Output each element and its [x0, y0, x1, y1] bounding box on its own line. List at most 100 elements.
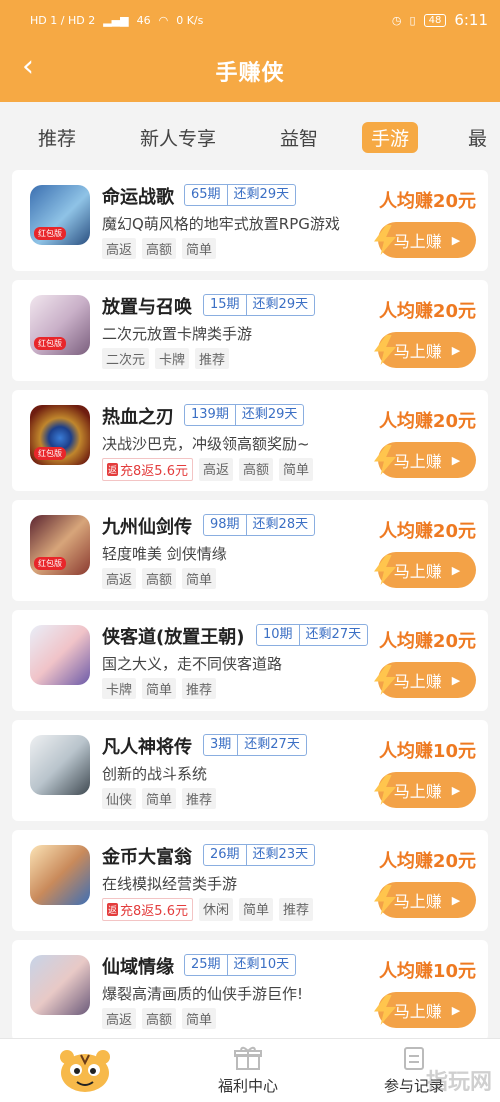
game-icon: 红包版	[30, 515, 90, 575]
game-description: 国之大义，走不同侠客道路	[102, 655, 283, 673]
game-icon	[30, 735, 90, 795]
period-badge: 65期 还剩29天	[184, 184, 297, 206]
earn-now-button[interactable]: 马上赚 ▶	[374, 882, 476, 918]
tag: 二次元	[102, 348, 150, 369]
lightning-icon	[374, 335, 396, 365]
alarm-icon: ◷	[391, 13, 402, 27]
tag: 简单	[238, 898, 273, 921]
lightning-icon	[374, 445, 396, 475]
play-arrow-icon: ▶	[451, 563, 461, 577]
game-card[interactable]: 侠客道(放置王朝) 10期 还剩27天 国之大义，走不同侠客道路 卡牌 简单 推荐…	[12, 610, 488, 711]
tag-list: 高返 高额 简单	[102, 568, 217, 589]
period-badge: 15期 还剩29天	[203, 294, 316, 316]
earn-now-button[interactable]: 马上赚 ▶	[374, 552, 476, 588]
status-bar: HD 1 / HD 2 ▂▄▆ 46 ◠ 0 K/s ◷ ▯ 48 6:11	[0, 0, 500, 40]
earn-now-button[interactable]: 马上赚 ▶	[374, 332, 476, 368]
rebate-icon: 返	[107, 463, 119, 476]
bottom-navigation: 福利中心 参与记录 指玩网	[0, 1038, 500, 1102]
average-earning: 人均赚10元	[378, 741, 476, 762]
game-icon	[30, 845, 90, 905]
earn-now-button[interactable]: 马上赚 ▶	[374, 662, 476, 698]
tab-puzzle[interactable]: 益智	[280, 124, 318, 151]
play-arrow-icon: ▶	[451, 343, 461, 357]
wifi-icon: ◠	[158, 13, 169, 27]
tab-latest[interactable]: 最	[468, 124, 487, 151]
average-earning: 人均赚20元	[378, 851, 476, 872]
tag-list: 卡牌 简单 推荐	[102, 678, 217, 699]
game-name: 热血之刃	[102, 407, 174, 428]
earn-now-button[interactable]: 马上赚 ▶	[374, 222, 476, 258]
tag-list: 返充8返5.6元 高返 高额 简单	[102, 458, 314, 481]
game-card[interactable]: 金币大富翁 26期 还剩23天 在线模拟经营类手游 返充8返5.6元 休闲 简单 …	[12, 830, 488, 931]
battery-level: 48	[423, 13, 447, 27]
game-card[interactable]: 红包版 命运战歌 65期 还剩29天 魔幻Q萌风格的地牢式放置RPG游戏 高返 高…	[12, 170, 488, 271]
tag: 简单	[182, 1008, 217, 1029]
tag: 推荐	[182, 678, 217, 699]
sim-status: HD 1 / HD 2	[30, 13, 96, 27]
app-header: ‹ 手赚侠	[0, 40, 500, 102]
red-packet-badge: 红包版	[34, 557, 66, 570]
game-card[interactable]: 凡人神将传 3期 还剩27天 创新的战斗系统 仙侠 简单 推荐 人均赚10元 马上…	[12, 720, 488, 821]
tag: 简单	[279, 458, 314, 481]
game-description: 二次元放置卡牌类手游	[102, 325, 253, 343]
play-arrow-icon: ▶	[451, 233, 461, 247]
tag: 高返	[198, 458, 233, 481]
play-arrow-icon: ▶	[451, 673, 461, 687]
earn-now-button[interactable]: 马上赚 ▶	[374, 992, 476, 1028]
back-arrow-icon[interactable]: ‹	[22, 52, 34, 82]
game-name: 放置与召唤	[102, 297, 192, 318]
play-arrow-icon: ▶	[451, 1003, 461, 1017]
lightning-icon	[374, 995, 396, 1025]
game-card[interactable]: 红包版 热血之刃 139期 还剩29天 决战沙巴克，冲级领高额奖励~ 返充8返5.…	[12, 390, 488, 491]
period-badge: 139期 还剩29天	[184, 404, 305, 426]
signal-icon: ▂▄▆	[103, 13, 129, 27]
period-badge: 10期 还剩27天	[256, 624, 369, 646]
watermark: 指玩网	[425, 1070, 492, 1095]
lightning-icon	[374, 225, 396, 255]
lightning-icon	[374, 885, 396, 915]
net-speed: 0 K/s	[176, 13, 204, 27]
tag: 高额	[238, 458, 273, 481]
top-bar: HD 1 / HD 2 ▂▄▆ 46 ◠ 0 K/s ◷ ▯ 48 6:11 ‹…	[0, 0, 500, 102]
game-name: 命运战歌	[102, 187, 174, 208]
earn-now-button[interactable]: 马上赚 ▶	[374, 772, 476, 808]
gift-icon	[234, 1046, 262, 1070]
tag: 仙侠	[102, 788, 137, 809]
game-icon: 红包版	[30, 405, 90, 465]
game-list: 红包版 命运战歌 65期 还剩29天 魔幻Q萌风格的地牢式放置RPG游戏 高返 高…	[12, 170, 488, 1050]
rebate-icon: 返	[107, 903, 119, 916]
clipboard-icon	[404, 1047, 424, 1070]
game-card[interactable]: 仙域情缘 25期 还剩10天 爆裂高清画质的仙侠手游巨作! 高返 高额 简单 人均…	[12, 940, 488, 1041]
period-badge: 25期 还剩10天	[184, 954, 297, 976]
tag: 休闲	[198, 898, 233, 921]
earn-now-button[interactable]: 马上赚 ▶	[374, 442, 476, 478]
average-earning: 人均赚20元	[378, 191, 476, 212]
tag: 高额	[142, 568, 177, 589]
tag: 简单	[182, 238, 217, 259]
tag: 高返	[102, 1008, 137, 1029]
game-card[interactable]: 红包版 九州仙剑传 98期 还剩28天 轻度唯美 剑侠情缘 高返 高额 简单 人均…	[12, 500, 488, 601]
tag-list: 返充8返5.6元 休闲 简单 推荐	[102, 898, 314, 921]
nav-welfare-center[interactable]: 福利中心	[218, 1045, 278, 1096]
game-description: 爆裂高清画质的仙侠手游巨作!	[102, 985, 304, 1003]
red-packet-badge: 红包版	[34, 227, 66, 240]
tag: 推荐	[279, 898, 314, 921]
tab-newcomer[interactable]: 新人专享	[140, 124, 216, 151]
play-arrow-icon: ▶	[451, 453, 461, 467]
red-packet-badge: 红包版	[34, 337, 66, 350]
game-card[interactable]: 红包版 放置与召唤 15期 还剩29天 二次元放置卡牌类手游 二次元 卡牌 推荐 …	[12, 280, 488, 381]
game-name: 侠客道(放置王朝)	[102, 627, 245, 648]
tiger-mascot-icon	[60, 1050, 110, 1092]
tag-list: 高返 高额 简单	[102, 1008, 217, 1029]
nav-home[interactable]	[55, 1049, 115, 1093]
lightning-icon	[374, 775, 396, 805]
game-name: 金币大富翁	[102, 847, 192, 868]
tab-recommend[interactable]: 推荐	[38, 124, 76, 151]
game-description: 轻度唯美 剑侠情缘	[102, 545, 227, 563]
tab-mobile-games[interactable]: 手游	[362, 122, 419, 153]
play-arrow-icon: ▶	[451, 783, 461, 797]
period-badge: 98期 还剩28天	[203, 514, 316, 536]
game-description: 在线模拟经营类手游	[102, 875, 238, 893]
play-arrow-icon: ▶	[451, 893, 461, 907]
average-earning: 人均赚20元	[378, 631, 476, 652]
